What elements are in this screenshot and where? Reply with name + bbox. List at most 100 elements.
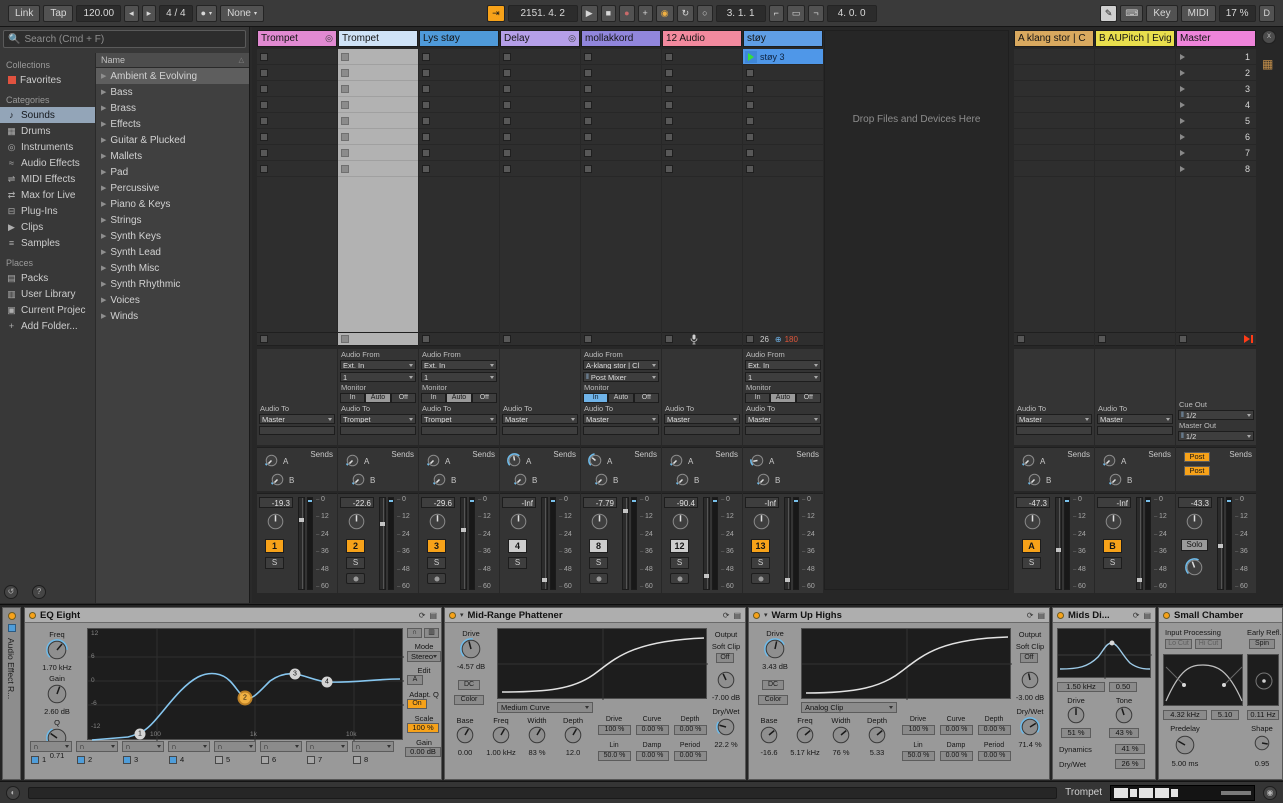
audio-effect-rack-strip[interactable]: Audio Effect R... <box>2 607 21 780</box>
soft-clip-toggle[interactable]: Off <box>1020 653 1038 663</box>
clip-slot[interactable] <box>581 129 661 145</box>
send-b-knob[interactable] <box>675 472 690 487</box>
track-activator[interactable]: 12 <box>670 539 689 553</box>
sidebar-item-favorites[interactable]: Favorites <box>0 72 95 88</box>
ws-param[interactable]: Depth0.00 % <box>673 716 711 740</box>
save-preset-icon[interactable]: ▤ <box>733 611 741 620</box>
input-channel-select[interactable]: 1 <box>745 372 821 382</box>
midi-map-button[interactable]: MIDI <box>1181 5 1216 22</box>
preview-volume-knob[interactable] <box>1185 558 1204 577</box>
dry-wet-knob[interactable] <box>1020 717 1040 737</box>
volume-value[interactable]: -Inf <box>502 497 536 508</box>
clip-slot[interactable] <box>1095 129 1175 145</box>
eq-edit-ab-button[interactable]: A <box>407 675 423 685</box>
eq-mode-select[interactable]: Stereo <box>407 651 441 662</box>
track-activator[interactable]: B <box>1103 539 1122 553</box>
input-type-select[interactable]: Ext. In <box>745 360 821 370</box>
device-title-bar[interactable]: ▾ Warm Up Highs ⟳▤ <box>749 608 1049 623</box>
punch-in-icon[interactable]: ⌐ <box>769 5 784 22</box>
browser-toggle-icon[interactable]: ↺ <box>4 585 18 599</box>
rack-activator[interactable] <box>8 612 16 620</box>
pan-knob[interactable] <box>428 512 447 531</box>
scene-launch-icon[interactable] <box>1180 118 1185 124</box>
clip-slot[interactable] <box>500 113 580 129</box>
track-header[interactable]: Delay◎ <box>500 30 580 47</box>
send-b-knob[interactable] <box>270 472 285 487</box>
send-b-knob[interactable] <box>756 472 771 487</box>
pan-knob[interactable] <box>671 512 690 531</box>
track-status-row[interactable] <box>500 332 580 346</box>
clip-slot[interactable] <box>257 129 337 145</box>
scene-slot[interactable]: 1 <box>1176 49 1256 65</box>
solo-button[interactable]: S <box>508 557 527 569</box>
input-type-select[interactable]: Ext. In <box>340 360 416 370</box>
send-b-prepost-toggle[interactable]: Post <box>1184 466 1210 476</box>
eq-freq-knob[interactable] <box>46 639 68 661</box>
param-knob[interactable] <box>527 725 547 745</box>
solo-button[interactable]: S <box>346 557 365 569</box>
master-solo-button[interactable]: Solo <box>1181 539 1208 551</box>
clip-slot[interactable] <box>1095 161 1175 177</box>
clip-slot[interactable] <box>257 161 337 177</box>
filter-type-select[interactable]: ∩ <box>214 741 256 752</box>
volume-fader[interactable] <box>703 497 710 590</box>
track-header[interactable]: mollakkord <box>581 30 661 47</box>
track-header[interactable]: Trompet <box>338 30 418 47</box>
scene-launch-icon[interactable] <box>1180 166 1185 172</box>
track-status-row[interactable] <box>662 332 742 346</box>
band-enable-checkbox[interactable] <box>123 756 131 764</box>
arm-button[interactable] <box>427 573 446 584</box>
volume-fader[interactable] <box>379 497 386 590</box>
mids-drive-knob[interactable] <box>1066 705 1086 725</box>
eq-band-slot[interactable]: ∩ 6 <box>260 741 302 764</box>
scene-slot[interactable]: 3 <box>1176 81 1256 97</box>
param-knob[interactable] <box>867 725 887 745</box>
sidebar-place-item[interactable]: + Add Folder... <box>0 318 95 334</box>
device-activator[interactable] <box>753 612 760 619</box>
browser-folder-item[interactable]: ▶ Pad <box>96 164 249 180</box>
mids-tone-field[interactable]: 43 % <box>1109 728 1139 738</box>
sidebar-place-item[interactable]: ▣ Current Projec <box>0 302 95 318</box>
volume-value[interactable]: -43.3 <box>1178 497 1212 508</box>
clip-slot[interactable] <box>257 81 337 97</box>
master-status-row[interactable] <box>1176 332 1256 346</box>
volume-fader[interactable] <box>541 497 548 590</box>
sidebar-category-item[interactable]: ≈ Audio Effects <box>0 155 95 171</box>
pan-knob[interactable] <box>1185 512 1204 531</box>
output-channel-box[interactable] <box>1097 426 1173 435</box>
clip-slot[interactable] <box>743 65 823 81</box>
send-a-knob[interactable] <box>588 453 603 468</box>
search-input[interactable] <box>24 34 241 45</box>
band-enable-checkbox[interactable] <box>307 756 315 764</box>
track-activator[interactable]: A <box>1022 539 1041 553</box>
pan-knob[interactable] <box>590 512 609 531</box>
input-channel-select[interactable]: 1 <box>421 372 497 382</box>
device-activator[interactable] <box>29 612 36 619</box>
eq-band-slot[interactable]: ∩ 5 <box>214 741 256 764</box>
ws-param[interactable]: Drive100 % <box>597 716 635 740</box>
send-b-knob[interactable] <box>432 472 447 487</box>
solo-button[interactable]: S <box>751 557 770 569</box>
scene-slot[interactable]: 6 <box>1176 129 1256 145</box>
lo-cut-toggle[interactable]: Lo Cut <box>1165 639 1192 649</box>
play-button[interactable]: ▶ <box>581 5 598 22</box>
hot-swap-icon[interactable]: ⟳ <box>723 611 730 620</box>
clip-slot[interactable] <box>500 49 580 65</box>
clip-slot[interactable] <box>338 161 418 177</box>
volume-value[interactable]: -7.79 <box>583 497 617 508</box>
clip-slot[interactable] <box>743 97 823 113</box>
track-status-row[interactable] <box>257 332 337 346</box>
ws-param[interactable]: Depth0.00 % <box>977 716 1015 740</box>
param-knob[interactable] <box>831 725 851 745</box>
track-header[interactable]: Trompet◎ <box>257 30 337 47</box>
monitor-toggle[interactable]: InAutoOff <box>745 393 821 403</box>
save-preset-icon[interactable]: ▤ <box>429 611 437 620</box>
output-channel-box[interactable] <box>664 426 740 435</box>
sidebar-category-item[interactable]: ▦ Drums <box>0 123 95 139</box>
saturator-knob-group[interactable]: Base 0.00 <box>447 716 483 760</box>
browser-folder-item[interactable]: ▶ Effects <box>96 116 249 132</box>
monitor-toggle[interactable]: InAutoOff <box>421 393 497 403</box>
clip-playing[interactable]: støy 3 <box>743 49 823 65</box>
volume-value[interactable]: -47.3 <box>1016 497 1050 508</box>
input-channel-select[interactable]: 1 <box>340 372 416 382</box>
